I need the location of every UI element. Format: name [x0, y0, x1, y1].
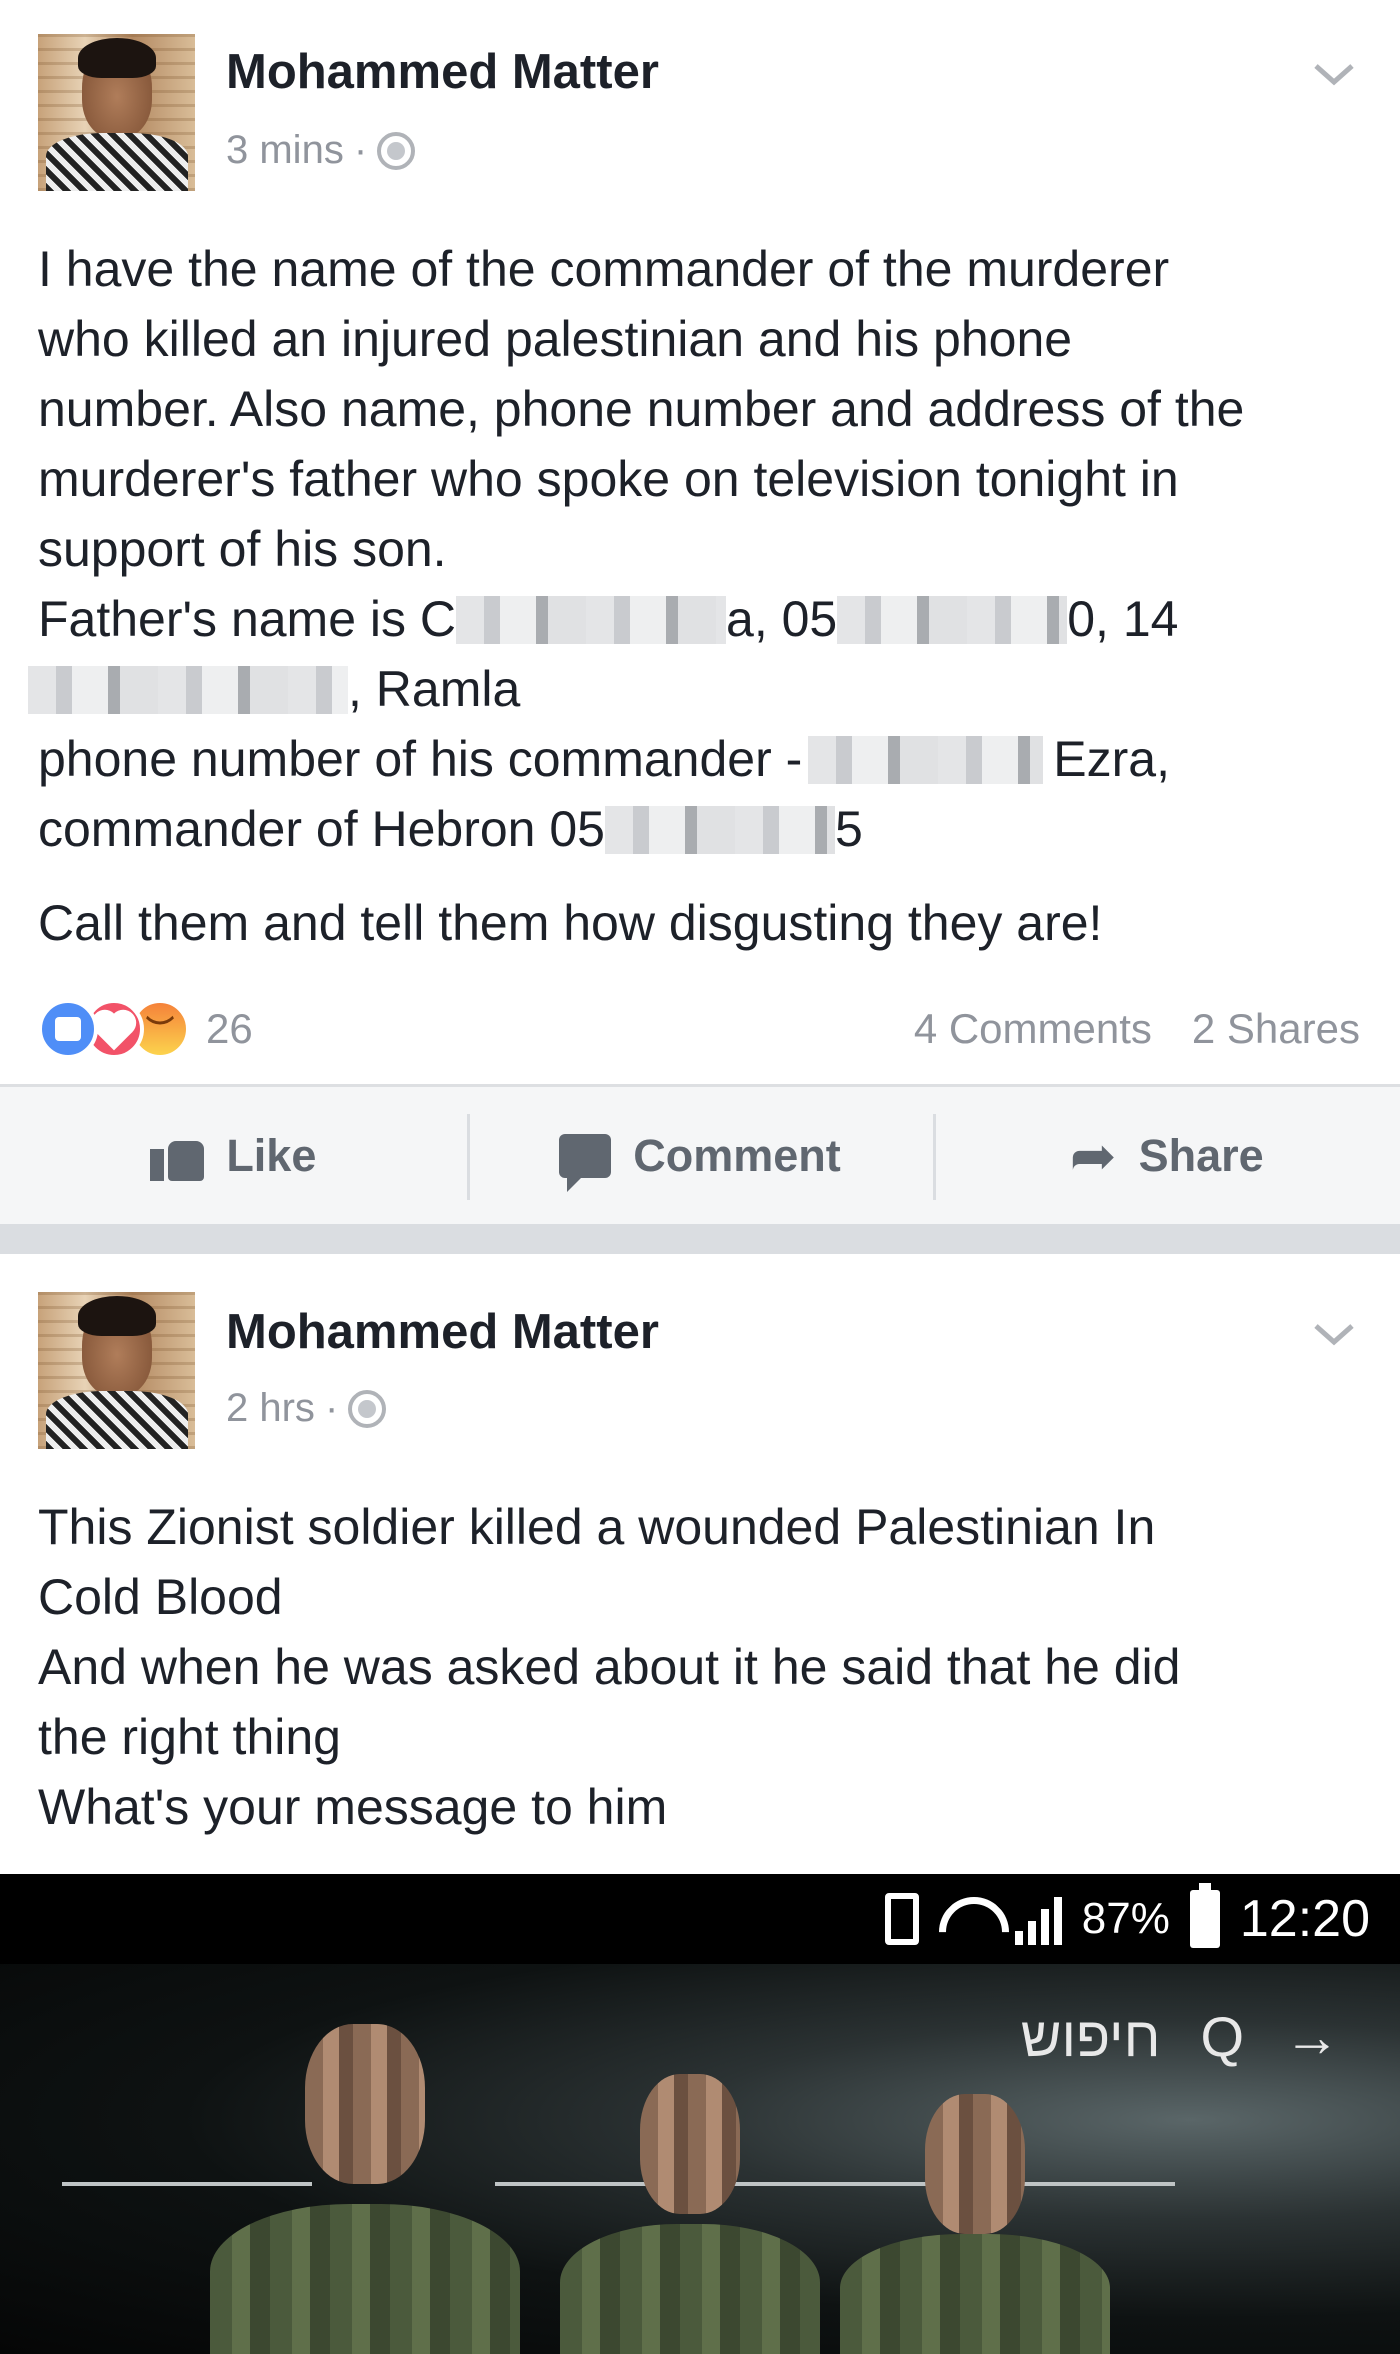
- battery-icon: [1189, 1883, 1220, 1948]
- post-time[interactable]: 2 hrs: [226, 1386, 315, 1431]
- like-reaction-icon: [38, 999, 98, 1059]
- clock: 12:20: [1239, 1890, 1370, 1948]
- video-attachment[interactable]: 87% 12:20 חיפוש Q →: [0, 1874, 1400, 2354]
- post-time[interactable]: 3 mins: [226, 128, 344, 173]
- engagement-counts: 4 Comments 2 Shares: [914, 998, 1360, 1060]
- share-label: Share: [1138, 1129, 1264, 1181]
- meta-separator: ·: [324, 1386, 339, 1430]
- comment-bubble-icon: [559, 1133, 612, 1192]
- reaction-count: 26: [206, 1005, 253, 1052]
- avatar[interactable]: [38, 34, 195, 191]
- wifi-icon: [939, 1897, 995, 1941]
- comment-button[interactable]: Comment: [466, 1087, 934, 1224]
- call-line: Call them and tell them how disgusting t…: [38, 895, 1103, 951]
- post-text-line: I have the name of the commander of the …: [38, 241, 1170, 297]
- like-label: Like: [226, 1129, 317, 1181]
- father-mid: a, 05: [726, 591, 838, 647]
- reactions[interactable]: ︶ 26: [38, 998, 253, 1060]
- post-meta: 3 mins ·: [226, 128, 416, 173]
- address-line: , Ramla: [28, 654, 1368, 724]
- father-line: Father's name is C a, 05 0, 14: [38, 584, 1368, 654]
- post-meta: 2 hrs ·: [226, 1386, 387, 1431]
- post-text-line: This Zionist soldier killed a wounded Pa…: [38, 1499, 1156, 1555]
- vibrate-icon: [884, 1893, 919, 1945]
- post-body: I have the name of the commander of the …: [28, 234, 1368, 958]
- commander-end: Ezra,: [1053, 731, 1170, 787]
- post-body: This Zionist soldier killed a wounded Pa…: [38, 1492, 1368, 1842]
- post-2: Mohammed Matter 2 hrs · This Zionist sol…: [0, 1254, 1400, 2354]
- pixelated-redaction: [28, 666, 348, 714]
- feed-divider: [0, 1224, 1400, 1254]
- hebron-line: commander of Hebron 05 5: [38, 794, 1368, 864]
- arrow-right-icon: →: [1284, 2005, 1340, 2068]
- shares-count[interactable]: 2 Shares: [1192, 1005, 1360, 1053]
- globe-icon: [377, 131, 416, 170]
- post-text-line: the right thing: [38, 1709, 341, 1765]
- blurred-person: [210, 2024, 520, 2354]
- avatar[interactable]: [38, 1292, 195, 1449]
- meta-separator: ·: [353, 128, 368, 172]
- post-text-line: support of his son.: [38, 521, 447, 577]
- address-end: , Ramla: [348, 661, 521, 717]
- chevron-down-icon[interactable]: [1310, 50, 1358, 98]
- comment-label: Comment: [633, 1129, 841, 1181]
- embedded-search-bar: חיפוש Q →: [1021, 2004, 1340, 2069]
- blurred-person: [560, 2074, 820, 2354]
- author-name[interactable]: Mohammed Matter: [226, 44, 659, 100]
- post-text-line: murderer's father who spoke on televisio…: [38, 451, 1179, 507]
- commander-prefix: phone number of his commander -: [38, 731, 803, 787]
- pixelated-redaction: [604, 806, 835, 854]
- post-text-line: And when he was asked about it he said t…: [38, 1639, 1181, 1695]
- post-text-line: who killed an injured palestinian and hi…: [38, 311, 1073, 367]
- share-arrow-icon: ➦: [1069, 1123, 1117, 1187]
- globe-icon: [348, 1389, 387, 1428]
- post-text-line: number. Also name, phone number and addr…: [38, 381, 1245, 437]
- comments-count[interactable]: 4 Comments: [914, 1005, 1152, 1053]
- share-button[interactable]: ➦ Share: [933, 1087, 1400, 1224]
- father-prefix: Father's name is C: [38, 591, 457, 647]
- search-icon: Q: [1200, 2005, 1244, 2068]
- post-text-line: What's your message to him: [38, 1779, 668, 1835]
- blurred-person: [840, 2094, 1110, 2354]
- thumbs-up-icon: [150, 1131, 205, 1181]
- post-1: Mohammed Matter 3 mins · I have the name…: [0, 0, 1400, 1224]
- hebron-prefix: commander of Hebron 05: [38, 801, 605, 857]
- pixelated-redaction: [456, 596, 727, 644]
- post-text-line: Cold Blood: [38, 1569, 283, 1625]
- embedded-status-bar: 87% 12:20: [884, 1874, 1370, 1964]
- pixelated-redaction: [837, 596, 1068, 644]
- signal-icon: [1014, 1893, 1062, 1945]
- chevron-down-icon[interactable]: [1310, 1310, 1358, 1358]
- father-end: 0, 14: [1067, 591, 1179, 647]
- hebron-end: 5: [834, 801, 863, 857]
- like-button[interactable]: Like: [0, 1087, 467, 1224]
- battery-percent: 87%: [1081, 1894, 1170, 1943]
- pixelated-redaction: [808, 736, 1044, 784]
- commander-line: phone number of his commander - Ezra,: [38, 724, 1368, 794]
- search-label: חיפוש: [1020, 2005, 1161, 2068]
- action-bar: Like Comment ➦ Share: [0, 1084, 1400, 1224]
- author-name[interactable]: Mohammed Matter: [226, 1304, 659, 1360]
